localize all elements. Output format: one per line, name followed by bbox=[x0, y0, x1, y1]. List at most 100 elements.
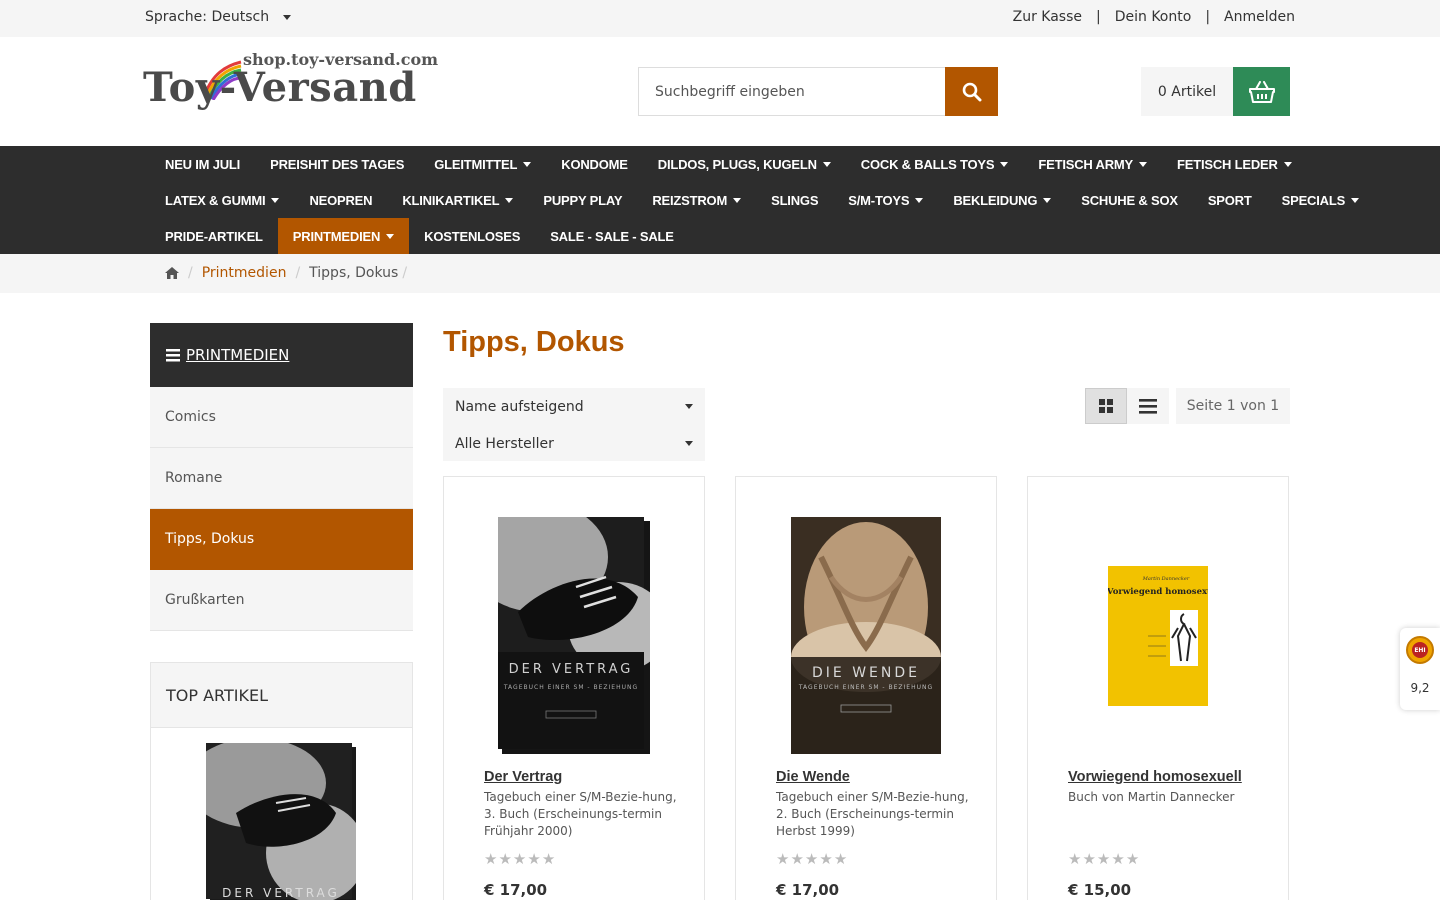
product-image[interactable]: DER VERTRAG TAGEBUCH EINER SM - BEZIEHUN… bbox=[444, 517, 704, 754]
nav-item-bekleidung[interactable]: BEKLEIDUNG bbox=[938, 182, 1066, 218]
logo-name: Toy-Versand bbox=[143, 64, 417, 111]
search-button[interactable] bbox=[945, 67, 998, 116]
top-articles-box: TOP ARTIKEL DER VERTRAG bbox=[150, 662, 413, 900]
star-icon: ★ bbox=[1082, 850, 1096, 868]
main-navigation: NEU IM JULI PREISHIT DES TAGES GLEITMITTEL… bbox=[0, 146, 1440, 254]
top-articles-heading: TOP ARTIKEL bbox=[151, 663, 412, 728]
nav-item-cock-balls-toys[interactable]: COCK & BALLS TOYS bbox=[846, 146, 1024, 182]
nav-item-s-m-toys[interactable]: S/M-TOYS bbox=[833, 182, 938, 218]
cart-button[interactable] bbox=[1233, 67, 1290, 116]
nav-item-kondome[interactable]: KONDOME bbox=[546, 146, 643, 182]
nav-item-sport[interactable]: SPORT bbox=[1193, 182, 1267, 218]
product-card[interactable]: DIE WENDE TAGEBUCH EINER SM - BEZIEHUNG … bbox=[735, 476, 997, 900]
home-icon[interactable] bbox=[165, 267, 179, 279]
chevron-down-icon bbox=[685, 441, 693, 446]
star-icon: ★ bbox=[804, 850, 819, 868]
site-logo[interactable]: shop.toy-versand.com Toy-Versand bbox=[143, 50, 463, 122]
sidebar-item-romane[interactable]: Romane bbox=[150, 448, 413, 509]
sidebar-heading[interactable]: PRINTMEDIEN bbox=[150, 323, 413, 387]
nav-item-klinikartikel[interactable]: KLINIKARTIKEL bbox=[387, 182, 528, 218]
nav-item-slings[interactable]: SLINGS bbox=[756, 182, 833, 218]
nav-item-label: S/M-TOYS bbox=[848, 192, 910, 208]
nav-item-fetisch-army[interactable]: FETISCH ARMY bbox=[1023, 146, 1162, 182]
filter-panel: Name aufsteigend Alle Hersteller bbox=[443, 388, 705, 461]
language-selector[interactable]: Sprache: Deutsch bbox=[145, 9, 292, 25]
nav-item-label: PRIDE-ARTIKEL bbox=[165, 228, 263, 244]
nav-item-label: NEU IM JULI bbox=[165, 156, 241, 172]
star-icon: ★ bbox=[833, 850, 848, 868]
sort-select-value: Name aufsteigend bbox=[455, 398, 584, 415]
nav-item-label: LATEX & GUMMI bbox=[165, 192, 266, 208]
sidebar-item-comics[interactable]: Comics bbox=[150, 387, 413, 448]
nav-item-label: SPECIALS bbox=[1281, 192, 1346, 208]
nav-item-label: COCK & BALLS TOYS bbox=[860, 156, 995, 172]
nav-item-neu-im-juli[interactable]: NEU IM JULI bbox=[150, 146, 255, 182]
nav-item-schuhe-sox[interactable]: SCHUHE & SOX bbox=[1066, 182, 1193, 218]
chevron-down-icon bbox=[1000, 161, 1009, 167]
sidebar-item-grusskarten[interactable]: Grußkarten bbox=[150, 570, 413, 631]
rating-stars: ★ ★ ★ ★ ★ bbox=[484, 850, 555, 868]
sidebar-heading-label[interactable]: PRINTMEDIEN bbox=[186, 346, 289, 364]
nav-item-label: SPORT bbox=[1207, 192, 1252, 208]
star-icon: ★ bbox=[1068, 850, 1082, 868]
product-image[interactable]: Martin Dannecker Vorwiegend homosexuell bbox=[1028, 517, 1288, 754]
nav-item-fetisch-leder[interactable]: FETISCH LEDER bbox=[1162, 146, 1307, 182]
nav-item-latex-gummi[interactable]: LATEX & GUMMI bbox=[150, 182, 294, 218]
nav-item-specials[interactable]: SPECIALS bbox=[1267, 182, 1374, 218]
nav-item-label: FETISCH LEDER bbox=[1177, 156, 1278, 172]
list-icon bbox=[1139, 398, 1157, 414]
checkout-link[interactable]: Zur Kasse bbox=[1013, 9, 1082, 25]
product-name[interactable]: Die Wende bbox=[776, 769, 850, 785]
chevron-down-icon bbox=[1351, 197, 1360, 203]
nav-item-neopren[interactable]: NEOPREN bbox=[294, 182, 387, 218]
grid-icon bbox=[1099, 399, 1113, 413]
cart-widget[interactable]: 0 Artikel bbox=[1141, 67, 1290, 116]
product-cover-title: Vorwiegend homosexuell bbox=[1108, 587, 1208, 597]
view-toggle bbox=[1085, 388, 1169, 424]
account-link[interactable]: Dein Konto bbox=[1115, 9, 1192, 25]
chevron-down-icon bbox=[1139, 161, 1147, 167]
link-separator: | bbox=[1096, 9, 1101, 25]
manufacturer-select[interactable]: Alle Hersteller bbox=[443, 425, 705, 462]
product-cover-author: Martin Dannecker bbox=[1142, 576, 1190, 582]
list-view-button[interactable] bbox=[1127, 388, 1169, 424]
product-price: € 15,00 bbox=[1068, 881, 1132, 899]
breadcrumb-link-printmedien[interactable]: Printmedien bbox=[202, 265, 287, 281]
sort-select[interactable]: Name aufsteigend bbox=[443, 388, 705, 425]
star-icon: ★ bbox=[541, 850, 556, 868]
product-card[interactable]: DER VERTRAG TAGEBUCH EINER SM - BEZIEHUN… bbox=[443, 476, 705, 900]
product-name[interactable]: Vorwiegend homosexuell bbox=[1068, 769, 1242, 785]
nav-item-sale-sale-sale[interactable]: SALE - SALE - SALE bbox=[535, 218, 689, 254]
product-name[interactable]: Der Vertrag bbox=[484, 769, 562, 785]
breadcrumb-separator: / bbox=[188, 265, 193, 281]
login-link[interactable]: Anmelden bbox=[1224, 9, 1295, 25]
nav-item-gleitmittel[interactable]: GLEITMITTEL bbox=[419, 146, 546, 182]
top-article-cover-title: DER VERTRAG bbox=[222, 886, 340, 900]
sidebar-item-tipps-dokus[interactable]: Tipps, Dokus bbox=[150, 509, 413, 570]
nav-item-dildos-plugs-kugeln[interactable]: DILDOS, PLUGS, KUGELN bbox=[643, 146, 846, 182]
nav-item-kostenloses[interactable]: KOSTENLOSES bbox=[409, 218, 535, 254]
top-bar: Sprache: Deutsch Zur Kasse | Dein Konto … bbox=[0, 0, 1440, 37]
nav-row: PRIDE-ARTIKEL PRINTMEDIEN KOSTENLOSES SALE … bbox=[150, 218, 689, 254]
trust-badge[interactable]: EHI 9,2 bbox=[1400, 628, 1440, 710]
nav-item-pride-artikel[interactable]: PRIDE-ARTIKEL bbox=[150, 218, 278, 254]
page-info: Seite 1 von 1 bbox=[1176, 388, 1290, 424]
nav-item-reizstrom[interactable]: REIZSTROM bbox=[637, 182, 756, 218]
rating-stars: ★ ★ ★ ★ ★ bbox=[776, 850, 847, 868]
cart-count[interactable]: 0 Artikel bbox=[1141, 67, 1233, 116]
breadcrumb-bar: / Printmedien / Tipps, Dokus / bbox=[0, 254, 1440, 293]
nav-item-label: KONDOME bbox=[561, 156, 628, 172]
product-image[interactable]: DIE WENDE TAGEBUCH EINER SM - BEZIEHUNG bbox=[736, 517, 996, 754]
top-article-image[interactable]: DER VERTRAG bbox=[186, 738, 366, 900]
search-input[interactable] bbox=[638, 67, 945, 116]
product-card[interactable]: Martin Dannecker Vorwiegend homosexuell … bbox=[1027, 476, 1289, 900]
grid-view-button[interactable] bbox=[1085, 388, 1127, 424]
basket-icon bbox=[1248, 80, 1275, 103]
nav-item-label: PREISHIT DES TAGES bbox=[270, 156, 405, 172]
star-icon: ★ bbox=[1125, 850, 1140, 868]
link-separator: | bbox=[1205, 9, 1211, 25]
nav-item-preishit-des-tages[interactable]: PREISHIT DES TAGES bbox=[255, 146, 419, 182]
nav-item-printmedien[interactable]: PRINTMEDIEN bbox=[277, 218, 410, 254]
nav-item-label: GLEITMITTEL bbox=[434, 156, 518, 172]
nav-item-puppy-play[interactable]: PUPPY PLAY bbox=[528, 182, 637, 218]
